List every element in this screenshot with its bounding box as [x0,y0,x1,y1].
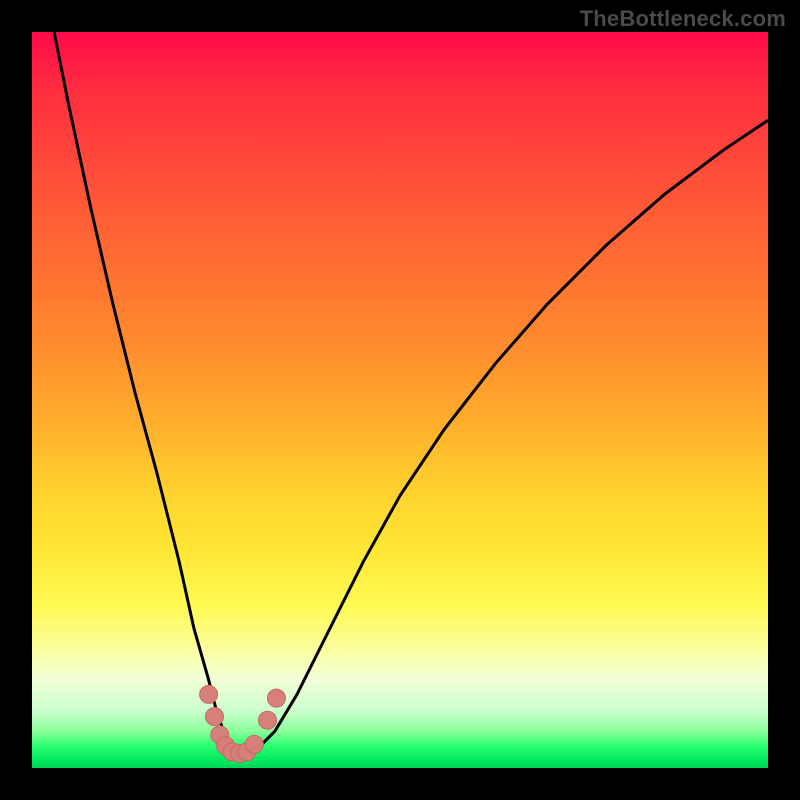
data-marker [200,685,218,703]
data-marker [206,708,224,726]
data-marker [267,689,285,707]
chart-svg [32,32,768,768]
watermark-text: TheBottleneck.com [580,6,786,32]
chart-frame: TheBottleneck.com [0,0,800,800]
data-markers [200,685,286,762]
data-marker [259,711,277,729]
data-marker [245,735,263,753]
plot-area [32,32,768,768]
bottleneck-curve [54,32,768,753]
